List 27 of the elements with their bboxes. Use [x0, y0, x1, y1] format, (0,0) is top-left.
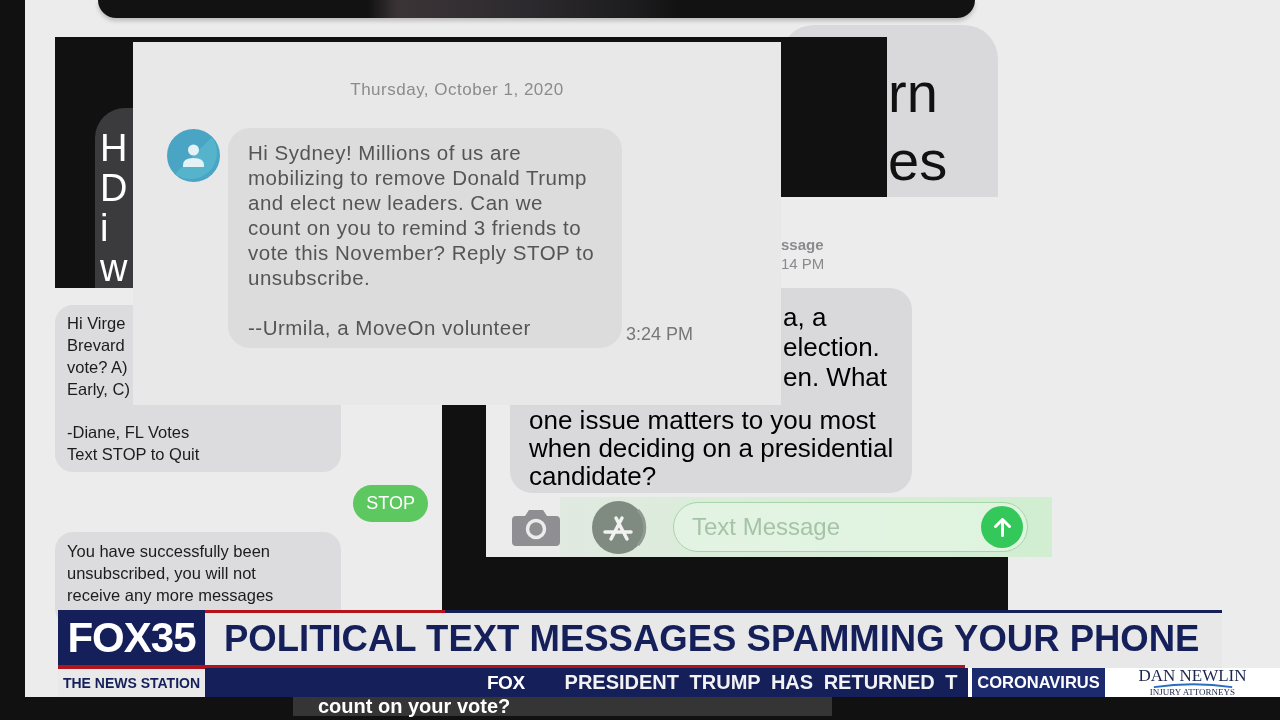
message-text: a, a election. en. What	[783, 302, 888, 392]
message-text: You have successfully been unsubscribed, you will not receive any more messages	[67, 541, 274, 606]
message-date: Thursday, October 1, 2020	[350, 80, 564, 100]
send-button[interactable]	[981, 506, 1023, 548]
chat-title: ssage	[781, 236, 824, 254]
chat-timestamp: 14 PM	[781, 254, 825, 273]
up-arrow-icon	[993, 517, 1011, 537]
video-caption: count on your vote?	[293, 697, 832, 716]
message-text: H D i w	[100, 128, 128, 288]
sponsor-name: DAN NEWLIN	[1138, 668, 1247, 683]
message-text: Hi Sydney! Millions of us are mobilizing to remove Donald Trump and elect new leaders. Can we count on you to remind 3 friends to vote this November? Reply STOP to unsubscribe. --Urmila, a MoveOn volunteer	[248, 139, 595, 340]
message-text: STOP	[366, 492, 415, 515]
message-text: rn es	[888, 60, 948, 194]
message-text: Hi Virge Brevard vote? A) Early, C)	[67, 313, 130, 400]
avatar-icon[interactable]	[167, 129, 220, 182]
headline-text: POLITICAL TEXT MESSAGES SPAMMING YOUR PHONE	[224, 618, 1200, 660]
message-text: -Diane, FL Votes Text STOP to Quit	[67, 422, 200, 465]
apps-icon[interactable]	[592, 500, 648, 554]
message-time: 3:24 PM	[626, 323, 694, 345]
message-field[interactable]: Text Message	[673, 502, 1028, 552]
message-text: one issue matters to you most when deciding on a presidential candidate?	[529, 406, 894, 490]
sponsor-tagline: INJURY ATTORNEYS	[1149, 688, 1236, 697]
ticker-text: PRESIDENT TRUMP HAS RETURNED T	[564, 671, 958, 694]
network-logo: FOX	[487, 671, 525, 694]
station-logo: FOX35	[58, 610, 205, 669]
topic-label: CORONAVIRUS	[972, 668, 1105, 697]
camera-icon[interactable]	[512, 508, 560, 546]
